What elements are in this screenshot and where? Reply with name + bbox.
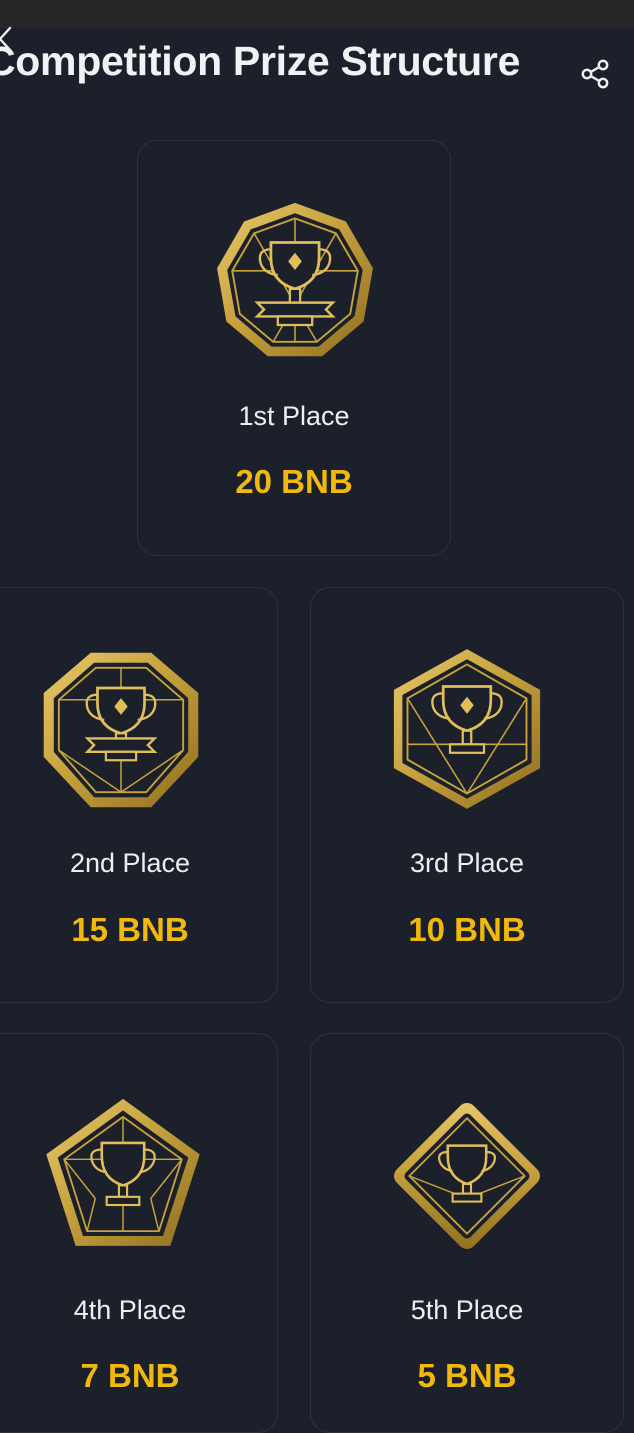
diamond-trophy-badge-icon: [387, 1096, 547, 1256]
octagon-trophy-badge-icon: [37, 646, 205, 814]
hexagon-trophy-badge-icon: [387, 644, 547, 814]
prize-amount: 20 BNB: [235, 463, 353, 500]
place-label: 4th Place: [73, 1295, 187, 1325]
prize-amount: 5 BNB: [417, 1357, 517, 1394]
status-bar: [0, 0, 634, 28]
page-title: Competition Prize Structure: [0, 38, 521, 84]
header: Competition Prize Structure: [0, 26, 634, 108]
share-icon[interactable]: [578, 56, 614, 92]
nonagon-trophy-badge-icon: [209, 196, 381, 368]
place-label: 1st Place: [238, 401, 350, 431]
place-label: 5th Place: [410, 1295, 524, 1325]
prize-card-3rd: 3rd Place 10 BNB: [310, 587, 624, 1003]
prize-card-1st: 1st Place 20 BNB: [137, 140, 451, 556]
prize-amount: 15 BNB: [71, 911, 189, 948]
prize-card-5th: 5th Place 5 BNB: [310, 1033, 624, 1433]
place-label: 2nd Place: [69, 848, 191, 878]
prize-amount: 7 BNB: [80, 1357, 180, 1394]
place-label: 3rd Place: [409, 848, 525, 878]
pentagon-trophy-badge-icon: [41, 1094, 205, 1254]
prize-card-4th: 4th Place 7 BNB: [0, 1033, 278, 1433]
prize-amount: 10 BNB: [408, 911, 526, 948]
prize-card-2nd: 2nd Place 15 BNB: [0, 587, 278, 1003]
